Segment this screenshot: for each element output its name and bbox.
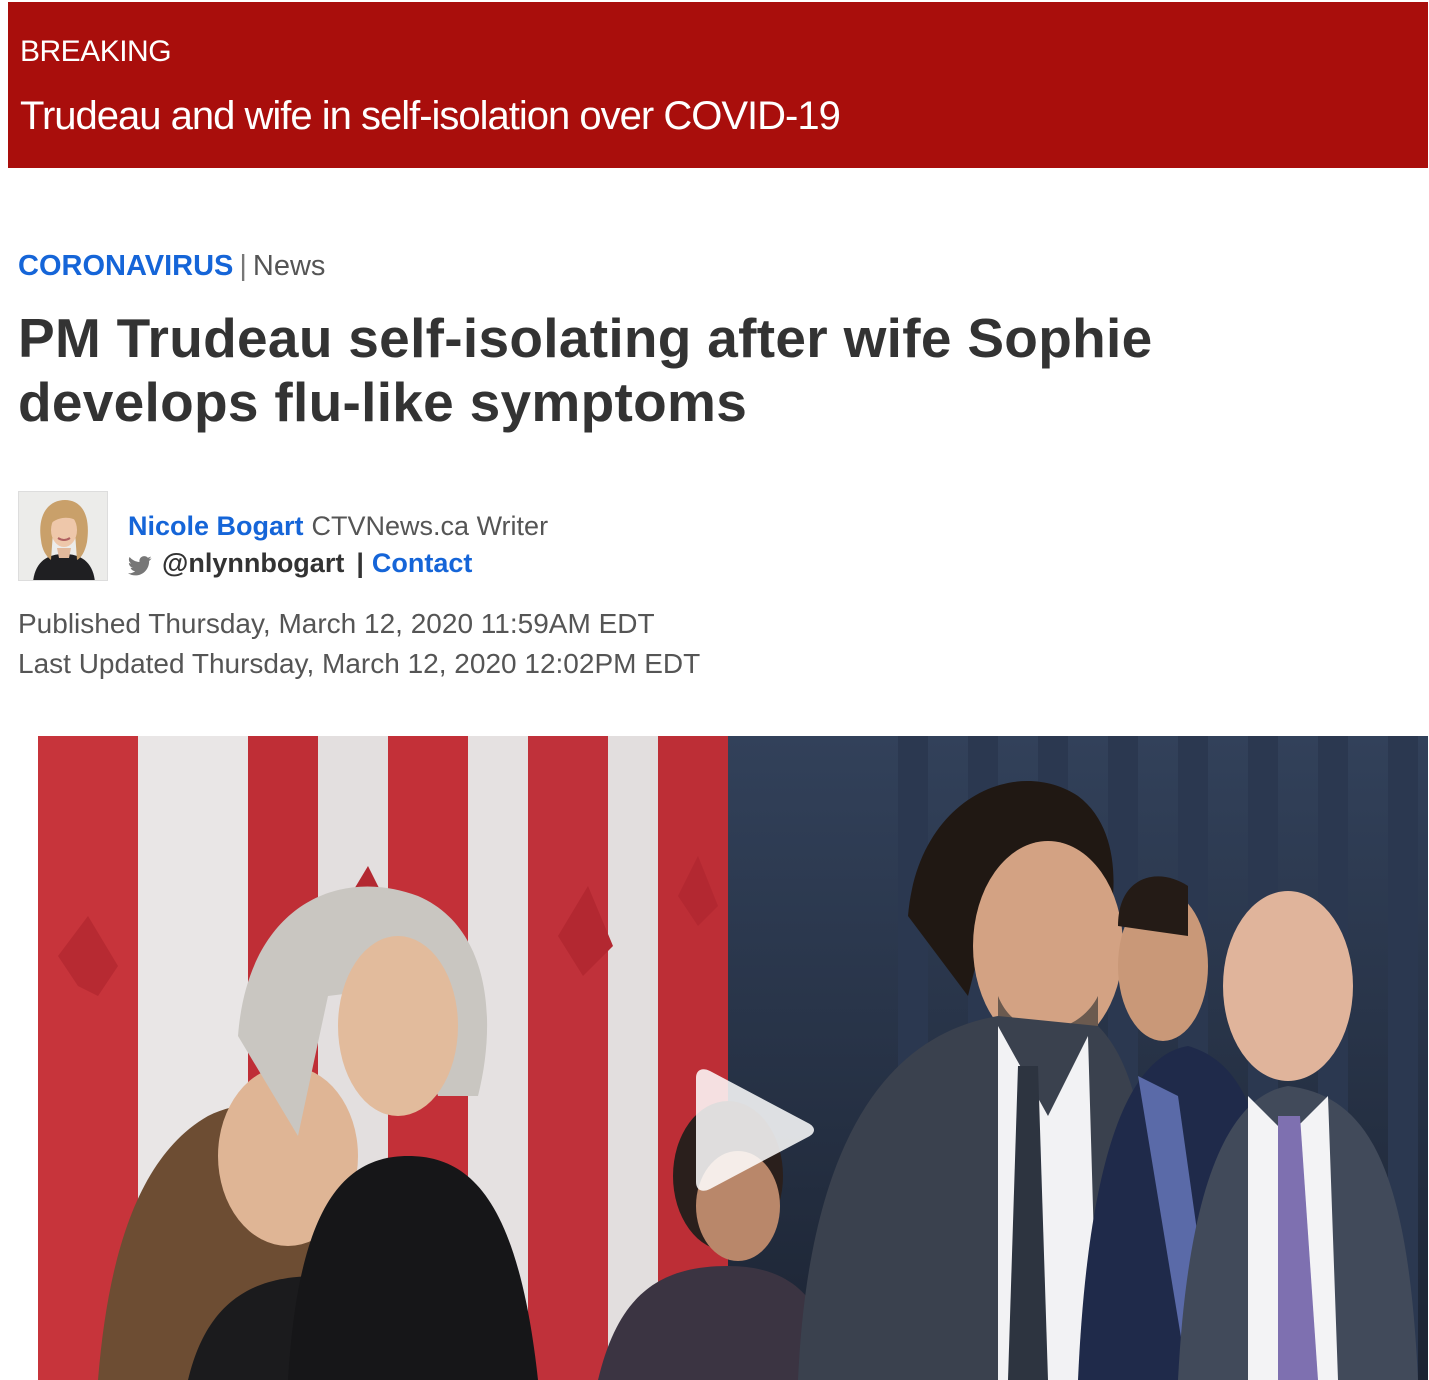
section-link[interactable]: CORONAVIRUS: [18, 250, 233, 282]
published-date: Published Thursday, March 12, 2020 11:59…: [18, 608, 655, 639]
article-kicker: CORONAVIRUS | News: [18, 250, 325, 283]
updated-date: Last Updated Thursday, March 12, 2020 12…: [18, 648, 701, 679]
author-social: @nlynnbogart | Contact: [127, 548, 473, 579]
social-separator: |: [356, 548, 364, 578]
author-role: CTVNews.ca Writer: [311, 511, 549, 541]
author-line: Nicole Bogart CTVNews.ca Writer: [128, 511, 548, 542]
play-icon[interactable]: [688, 1068, 818, 1192]
twitter-icon[interactable]: [127, 553, 152, 575]
contact-link[interactable]: Contact: [372, 548, 473, 579]
author-name-link[interactable]: Nicole Bogart: [128, 511, 304, 541]
video-thumbnail: [38, 736, 1428, 1380]
breaking-news-banner[interactable]: BREAKING Trudeau and wife in self-isolat…: [8, 2, 1428, 168]
breaking-label: BREAKING: [20, 35, 172, 68]
author-avatar[interactable]: [18, 491, 108, 581]
author-photo: [19, 492, 107, 580]
breaking-headline[interactable]: Trudeau and wife in self-isolation over …: [20, 94, 841, 139]
article-headline: PM Trudeau self-isolating after wife Sop…: [18, 307, 1153, 433]
video-player[interactable]: [38, 736, 1428, 1380]
kicker-separator: |: [239, 250, 247, 282]
twitter-handle-link[interactable]: @nlynnbogart: [162, 548, 344, 579]
article-type: News: [252, 250, 326, 282]
